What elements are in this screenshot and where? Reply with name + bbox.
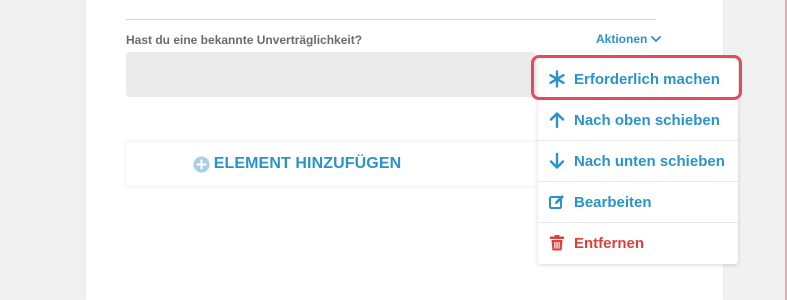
edit-icon — [549, 195, 564, 209]
divider — [126, 19, 656, 20]
menu-item-label: Nach unten schieben — [574, 152, 725, 170]
answer-input[interactable] — [126, 52, 536, 97]
menu-item-label: Erforderlich machen — [574, 70, 720, 88]
menu-item-label: Nach oben schieben — [574, 111, 720, 129]
chevron-down-icon — [651, 35, 662, 42]
menu-item-label: Entfernen — [574, 234, 645, 252]
menu-item-make-required[interactable]: Erforderlich machen — [538, 59, 738, 99]
asterisk-icon — [549, 70, 565, 88]
question-label: Hast du eine bekannte Unverträglichkeit? — [126, 33, 363, 47]
actions-menu: Erforderlich machen Nach oben schieben N… — [538, 59, 738, 264]
arrow-up-icon — [549, 112, 565, 129]
actions-dropdown-toggle[interactable]: Aktionen — [596, 32, 662, 46]
add-element-button[interactable]: ELEMENT HINZUFÜGEN — [126, 142, 538, 186]
menu-item-move-up[interactable]: Nach oben schieben — [538, 100, 738, 140]
menu-item-move-down[interactable]: Nach unten schieben — [538, 141, 738, 181]
menu-item-edit[interactable]: Bearbeiten — [538, 182, 738, 222]
plus-circle-icon — [193, 155, 210, 173]
add-element-label: ELEMENT HINZUFÜGEN — [213, 155, 402, 172]
trash-icon — [550, 235, 564, 251]
arrow-down-icon — [549, 152, 565, 169]
actions-label: Aktionen — [596, 32, 648, 46]
menu-item-label: Bearbeiten — [574, 193, 652, 211]
menu-item-remove[interactable]: Entfernen — [538, 223, 738, 263]
